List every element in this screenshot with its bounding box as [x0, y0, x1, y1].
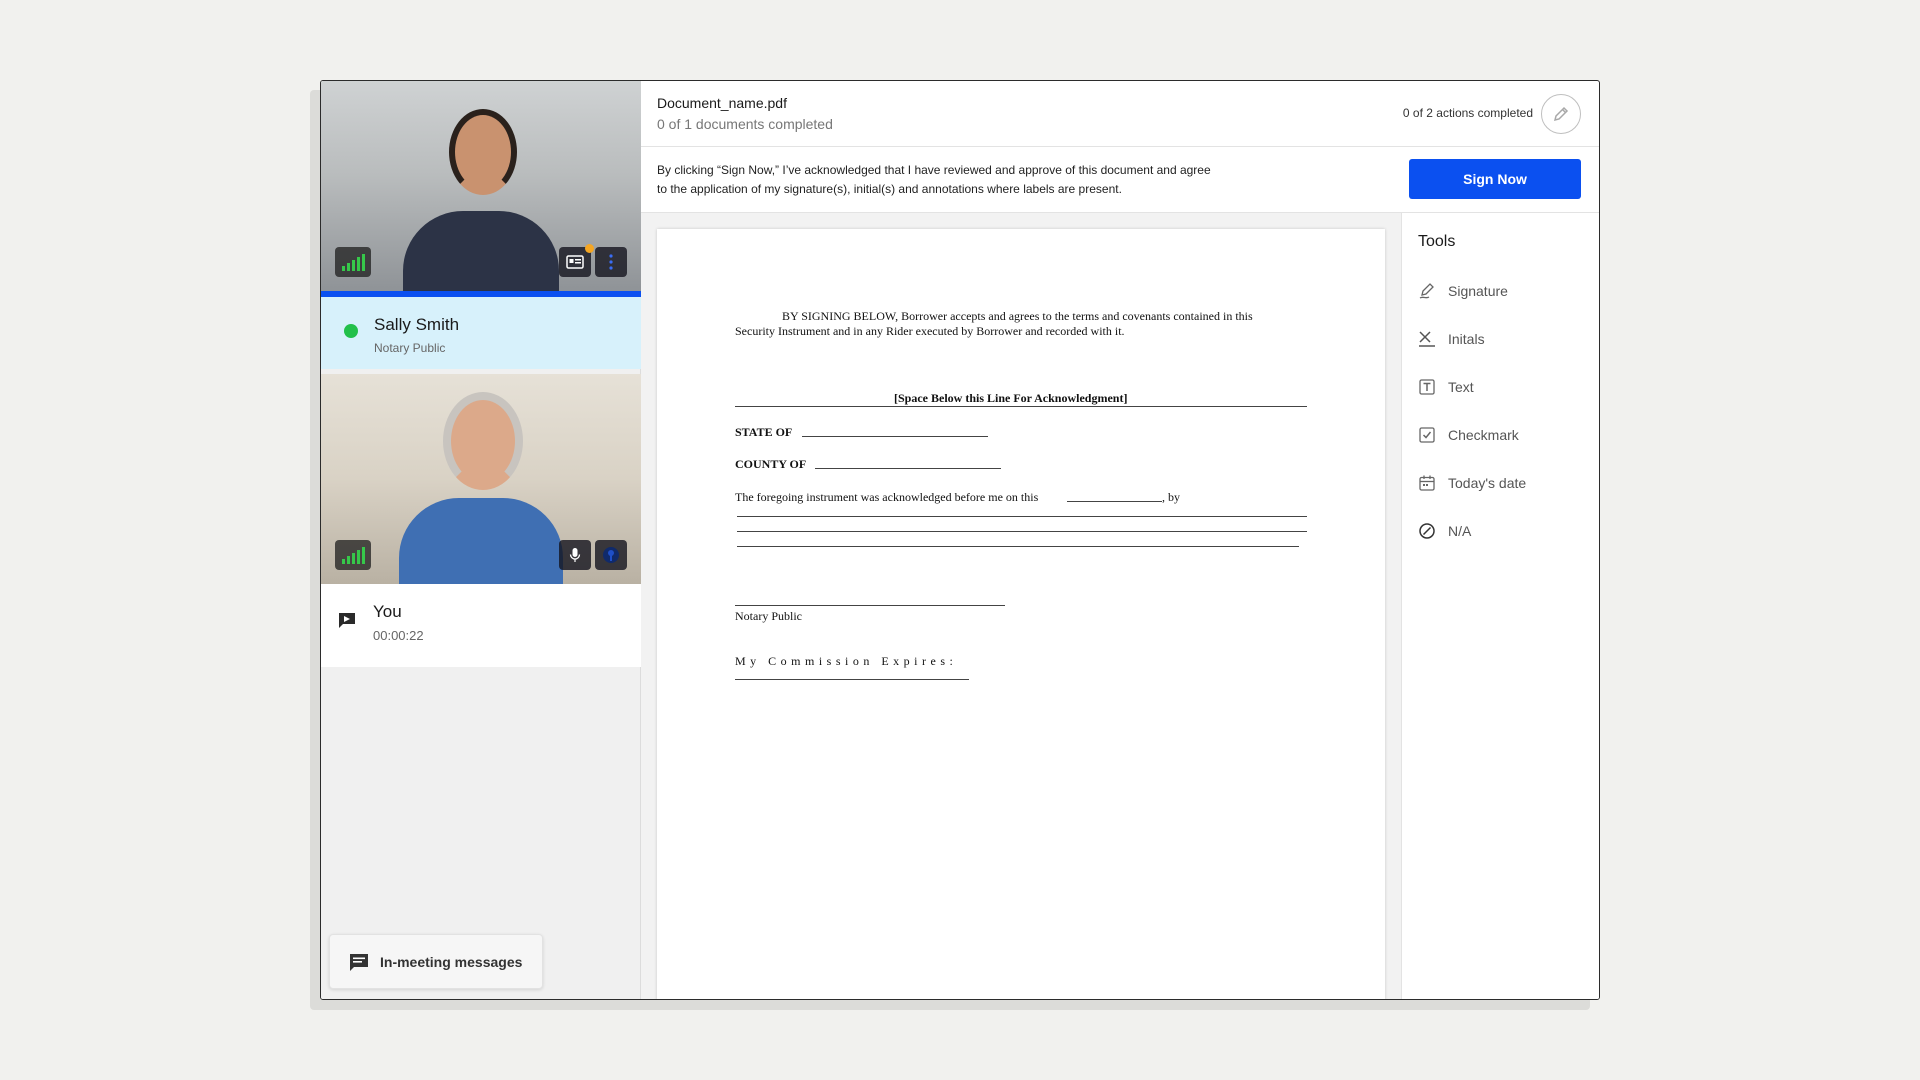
tool-signature[interactable]: Signature: [1418, 279, 1508, 303]
na-icon: [1419, 523, 1435, 539]
id-card-icon[interactable]: [559, 244, 594, 277]
tool-label: Text: [1448, 379, 1474, 395]
consent-text: By clicking “Sign Now,” I’ve acknowledge…: [657, 161, 1297, 199]
messages-label: In-meeting messages: [380, 953, 523, 970]
tool-text[interactable]: Text: [1418, 375, 1474, 399]
edit-progress-button[interactable]: [1541, 94, 1581, 134]
date-field-line[interactable]: [1067, 501, 1162, 502]
county-field-line[interactable]: [815, 468, 1001, 469]
participant-name: Sally Smith: [374, 315, 460, 334]
call-duration: 00:00:22: [373, 628, 424, 643]
checkmark-icon: [1419, 427, 1435, 443]
participant-item-sally[interactable]: Sally Smith Notary Public: [321, 291, 641, 369]
initials-icon: [1419, 331, 1435, 347]
tool-todays-date[interactable]: Today's date: [1418, 471, 1526, 495]
tool-label: Signature: [1448, 283, 1508, 299]
documents-progress: 0 of 1 documents completed: [657, 116, 833, 132]
state-label: STATE OF: [735, 425, 793, 439]
messages-icon: [350, 953, 368, 971]
consent-line-1: By clicking “Sign Now,” I’ve acknowledge…: [657, 163, 1211, 177]
consent-line-2: to the application of my signature(s), i…: [657, 182, 1122, 196]
separator-line: [735, 406, 1307, 407]
sign-now-button[interactable]: Sign Now: [1409, 159, 1581, 199]
participant-role: Notary Public: [374, 341, 446, 355]
pencil-icon: [1553, 106, 1569, 122]
avatar-icon[interactable]: [595, 540, 627, 570]
participant-video-image: [381, 81, 581, 291]
state-field-line[interactable]: [802, 436, 988, 437]
signal-strength-icon: [335, 540, 371, 570]
document-area: Document_name.pdf 0 of 1 documents compl…: [641, 81, 1599, 999]
acknowledgment-heading: [Space Below this Line For Acknowledgmen…: [894, 391, 1128, 405]
video-tile-you: [321, 374, 641, 584]
actions-progress: 0 of 2 actions completed: [1402, 106, 1533, 120]
notary-signature-line[interactable]: [735, 605, 1005, 606]
participant-name: You: [373, 602, 402, 621]
paragraph-line-2: Security Instrument and in any Rider exe…: [735, 324, 1125, 338]
tool-na[interactable]: N/A: [1418, 519, 1471, 543]
notification-dot: [585, 244, 594, 253]
notary-session-window: Sally Smith Notary Public You 00:00:22 I…: [320, 80, 1600, 1000]
signature-icon: [1419, 283, 1434, 299]
microphone-icon[interactable]: [559, 540, 591, 570]
signal-strength-icon: [335, 247, 371, 277]
document-name: Document_name.pdf: [657, 95, 787, 111]
more-options-icon[interactable]: [595, 247, 627, 277]
document-page: BY SIGNING BELOW, Borrower accepts and a…: [657, 229, 1385, 999]
document-header: Document_name.pdf 0 of 1 documents compl…: [641, 81, 1599, 147]
commission-field-line[interactable]: [735, 679, 969, 680]
chat-icon: [339, 613, 355, 628]
tool-label: Checkmark: [1448, 427, 1519, 443]
self-video-image: [381, 374, 581, 584]
tool-label: N/A: [1448, 523, 1472, 539]
tool-label: Today's date: [1448, 475, 1527, 491]
paragraph-line-1: BY SIGNING BELOW, Borrower accepts and a…: [782, 309, 1253, 323]
tool-initials[interactable]: Initals: [1418, 327, 1485, 351]
calendar-icon: [1419, 475, 1435, 491]
tools-panel: Tools Signature Initals Text Checkmark T…: [1401, 213, 1599, 999]
document-viewer[interactable]: BY SIGNING BELOW, Borrower accepts and a…: [641, 213, 1401, 999]
consent-bar: By clicking “Sign Now,” I’ve acknowledge…: [641, 147, 1599, 213]
text-icon: [1419, 379, 1435, 395]
commission-expires-label: My Commission Expires:: [735, 654, 958, 668]
tool-label: Initals: [1448, 331, 1485, 347]
notary-public-label: Notary Public: [735, 609, 802, 623]
by-field-line-2[interactable]: [737, 531, 1307, 532]
online-status-icon: [344, 324, 358, 338]
foregoing-text: The foregoing instrument was acknowledge…: [735, 490, 1039, 504]
in-meeting-messages-button[interactable]: In-meeting messages: [329, 934, 543, 989]
by-field-line-1[interactable]: [737, 516, 1307, 517]
participant-item-you[interactable]: You 00:00:22: [321, 584, 641, 667]
by-field-line-3[interactable]: [737, 546, 1299, 547]
participants-panel: Sally Smith Notary Public You 00:00:22 I…: [321, 81, 641, 999]
tool-checkmark[interactable]: Checkmark: [1418, 423, 1519, 447]
county-label: COUNTY OF: [735, 457, 807, 471]
tools-title: Tools: [1418, 233, 1456, 250]
by-text: , by: [1162, 490, 1180, 504]
video-tile-sally: [321, 81, 641, 291]
